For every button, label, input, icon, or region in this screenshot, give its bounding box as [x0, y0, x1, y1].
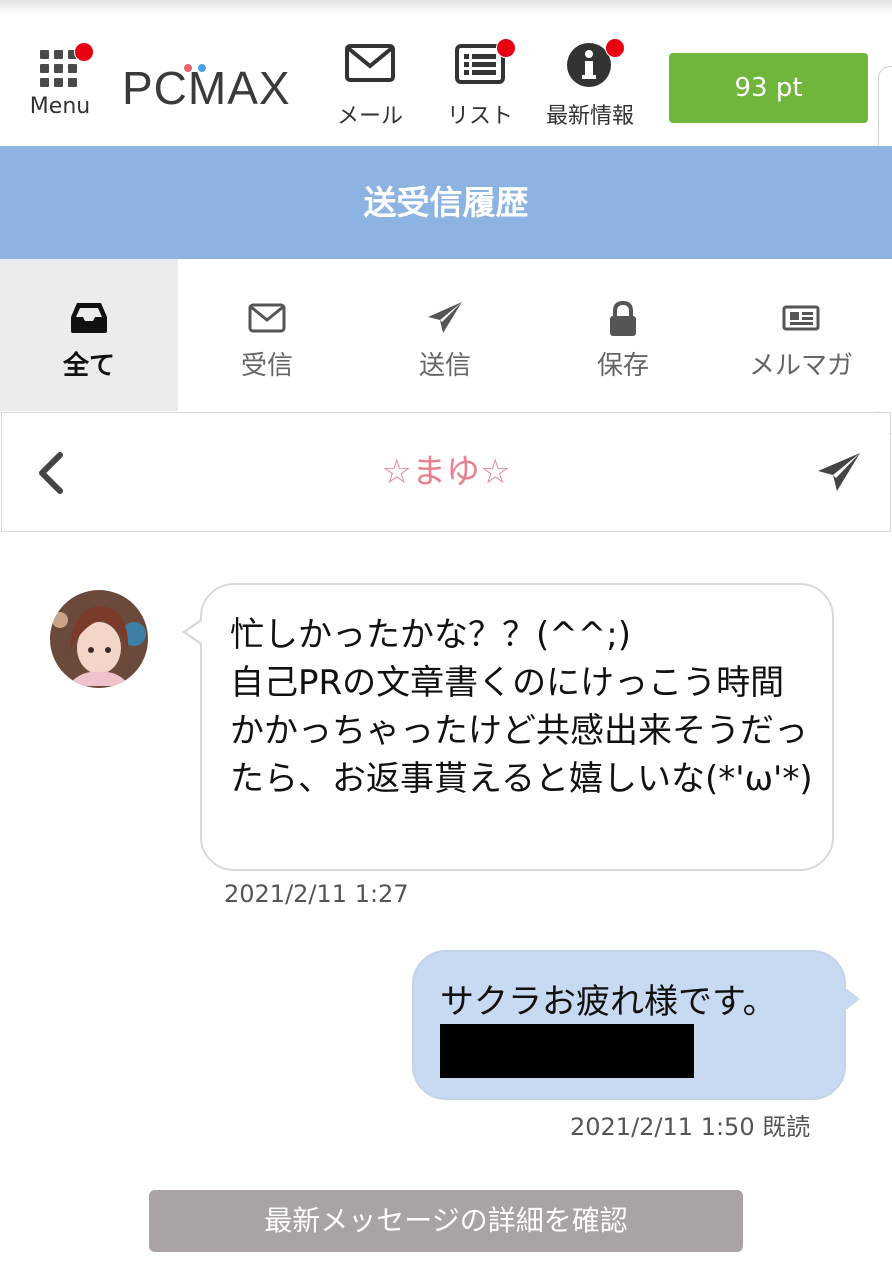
tab-label: 受信	[240, 351, 293, 381]
notification-dot	[605, 38, 625, 58]
envelope-icon	[248, 303, 286, 333]
message-text: 忙しかったかな？？(^^;) 自己PRの文章書くのにけっこう時間かかっちゃったけ…	[230, 615, 813, 799]
menu-label: Menu	[29, 94, 91, 119]
tab-all[interactable]: 全て	[0, 259, 178, 411]
view-latest-message-details-button[interactable]: 最新メッセージの詳細を確認	[149, 1190, 743, 1252]
tab-label: 送信	[418, 351, 471, 381]
message-text: サクラお疲れ様です。	[440, 982, 777, 1022]
lock-icon	[610, 301, 636, 336]
pcmax-logo[interactable]: PCMAX	[120, 60, 292, 116]
points-button[interactable]: 93 pt	[669, 53, 868, 123]
mail-button[interactable]: メール	[330, 42, 410, 129]
app-header: Menu PCMAX メール リスト 最新情報 93 pt	[0, 14, 892, 146]
redaction-bar	[440, 1024, 694, 1078]
notification-dot	[496, 38, 516, 58]
message-timestamp: 2021/2/11 1:27	[224, 880, 409, 908]
list-label: リスト	[446, 104, 513, 129]
newspaper-icon	[782, 305, 820, 331]
message-tabs: 全て 受信 送信 保存 メルマガ	[0, 259, 892, 411]
list-button[interactable]: リスト	[440, 38, 520, 129]
tab-newsletter[interactable]: メルマガ	[712, 259, 890, 411]
logo-text: PCMAX	[122, 62, 291, 114]
paper-plane-icon	[428, 302, 462, 333]
bubble-tail	[186, 621, 202, 643]
bubble-tail	[842, 985, 860, 1013]
conversation-header: ☆まゆ☆	[1, 412, 891, 532]
tab-sent[interactable]: 送信	[356, 259, 534, 411]
partner-avatar[interactable]	[50, 590, 148, 688]
partner-name[interactable]: ☆まゆ☆	[202, 413, 690, 531]
page-title: 送受信履歴	[363, 183, 529, 222]
message-timestamp-read: 2021/2/11 1:50 既読	[570, 1113, 811, 1141]
tab-label: 全て	[62, 351, 115, 381]
incoming-message-bubble[interactable]: 忙しかったかな？？(^^;) 自己PRの文章書くのにけっこう時間かかっちゃったけ…	[200, 583, 834, 871]
title-band: 送受信履歴	[0, 146, 892, 259]
tab-received[interactable]: 受信	[178, 259, 356, 411]
send-plane-icon[interactable]	[814, 447, 864, 497]
envelope-icon	[345, 44, 395, 82]
outgoing-message-bubble[interactable]: サクラお疲れ様です。	[412, 950, 846, 1100]
tab-label: 保存	[596, 351, 649, 381]
status-bar-shadow	[0, 0, 892, 14]
menu-button[interactable]: Menu	[22, 42, 98, 124]
mail-label: メール	[336, 104, 403, 129]
tab-saved[interactable]: 保存	[534, 259, 712, 411]
inbox-icon	[71, 303, 107, 333]
news-label: 最新情報	[545, 104, 634, 129]
notification-dot	[74, 42, 94, 62]
tab-label: メルマガ	[748, 351, 853, 381]
back-chevron-icon[interactable]	[32, 451, 72, 495]
news-button[interactable]: 最新情報	[540, 38, 640, 129]
